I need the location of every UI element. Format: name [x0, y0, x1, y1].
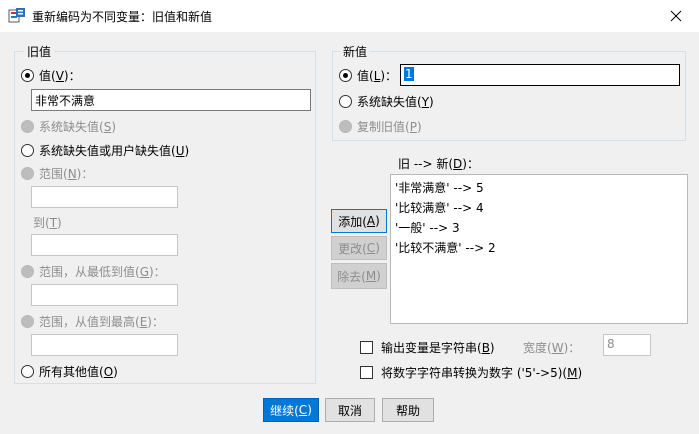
add-button[interactable]: 添加(A) [331, 209, 387, 233]
mapping-list[interactable]: '非常满意' --> 5 '比较满意' --> 4 '一般' --> 3 '比较… [390, 174, 688, 324]
width-input[interactable]: 8 [603, 334, 651, 356]
mapping-label: 旧 --> 新(D)： [398, 157, 479, 171]
window-title: 重新编码为不同变量：旧值和新值 [32, 10, 213, 24]
old-range-highest-label: 范围，从值到最高(E)： [39, 314, 164, 329]
spss-app-icon [8, 7, 26, 25]
old-value-group-label: 旧值 [24, 43, 55, 60]
new-value-radio-button[interactable] [339, 68, 352, 82]
mapping-list-item[interactable]: '一般' --> 3 [395, 218, 683, 238]
close-icon [670, 10, 682, 22]
old-sys-or-user-missing-radio-button[interactable] [21, 143, 34, 157]
old-range-highest-radio-button[interactable] [21, 314, 34, 328]
old-value-input[interactable]: 非常不满意 [31, 89, 311, 111]
change-button[interactable]: 更改(C) [331, 236, 387, 260]
new-system-missing-label: 系统缺失值(Y) [357, 94, 434, 109]
old-system-missing-radio[interactable]: 系统缺失值(S) [21, 117, 116, 135]
old-value-radio-button[interactable] [21, 68, 34, 82]
old-range-radio[interactable]: 范围(N)： [21, 164, 93, 182]
new-copy-old-radio-button[interactable] [339, 119, 352, 133]
mapping-list-item[interactable]: '比较不满意' --> 2 [395, 238, 683, 258]
old-all-other-label: 所有其他值(O) [39, 364, 118, 379]
cancel-button[interactable]: 取消 [325, 398, 375, 422]
convert-numeric-checkbox[interactable] [360, 366, 373, 379]
help-button[interactable]: 帮助 [382, 398, 434, 422]
old-range-highest-radio[interactable]: 范围，从值到最高(E)： [21, 312, 164, 330]
old-range-lowest-radio[interactable]: 范围，从最低到值(G)： [21, 262, 166, 280]
old-value-radio[interactable]: 值(V)： [21, 66, 81, 84]
new-value-radio[interactable]: 值(L)： [339, 66, 397, 84]
output-string-checkbox-row[interactable]: 输出变量是字符串(B) [360, 339, 495, 356]
old-system-missing-radio-button[interactable] [21, 119, 34, 133]
width-label: 宽度(W)： [523, 341, 581, 355]
convert-numeric-label: 将数字字符串转换为数字 ('5'->5)(M) [381, 366, 583, 380]
old-range-label: 范围(N)： [39, 166, 94, 181]
old-all-other-radio[interactable]: 所有其他值(O) [21, 362, 118, 380]
convert-numeric-checkbox-row[interactable]: 将数字字符串转换为数字 ('5'->5)(M) [360, 364, 582, 381]
old-range-radio-button[interactable] [21, 166, 34, 180]
new-value-input[interactable]: 1 [400, 64, 680, 86]
old-all-other-radio-button[interactable] [21, 364, 34, 378]
old-range-lowest-label: 范围，从最低到值(G)： [39, 264, 166, 279]
close-button[interactable] [653, 0, 699, 32]
old-range-lowest-radio-button[interactable] [21, 264, 34, 278]
new-value-radio-label: 值(L)： [357, 68, 398, 83]
new-system-missing-radio-button[interactable] [339, 94, 352, 108]
old-range-to-label: 到(T) [33, 216, 62, 230]
old-range-lowest-input[interactable] [31, 284, 178, 306]
mapping-list-item[interactable]: '比较满意' --> 4 [395, 198, 683, 218]
old-system-missing-label: 系统缺失值(S) [39, 119, 116, 134]
old-value-radio-label: 值(V)： [39, 68, 81, 83]
remove-button[interactable]: 除去(M) [331, 263, 387, 289]
new-copy-old-radio[interactable]: 复制旧值(P) [339, 117, 422, 135]
output-string-label: 输出变量是字符串(B) [381, 341, 495, 355]
new-system-missing-radio[interactable]: 系统缺失值(Y) [339, 92, 434, 110]
output-string-checkbox[interactable] [360, 341, 373, 354]
continue-button[interactable]: 继续(C) [263, 398, 319, 422]
mapping-list-item[interactable]: '非常满意' --> 5 [395, 178, 683, 198]
old-range-highest-input[interactable] [31, 334, 178, 356]
old-range-from-input[interactable] [31, 186, 178, 208]
old-range-to-input[interactable] [31, 234, 178, 256]
old-sys-or-user-missing-label: 系统缺失值或用户缺失值(U) [39, 143, 190, 158]
old-sys-or-user-missing-radio[interactable]: 系统缺失值或用户缺失值(U) [21, 141, 189, 159]
new-value-group-label: 新值 [340, 43, 371, 60]
new-copy-old-label: 复制旧值(P) [357, 119, 422, 134]
